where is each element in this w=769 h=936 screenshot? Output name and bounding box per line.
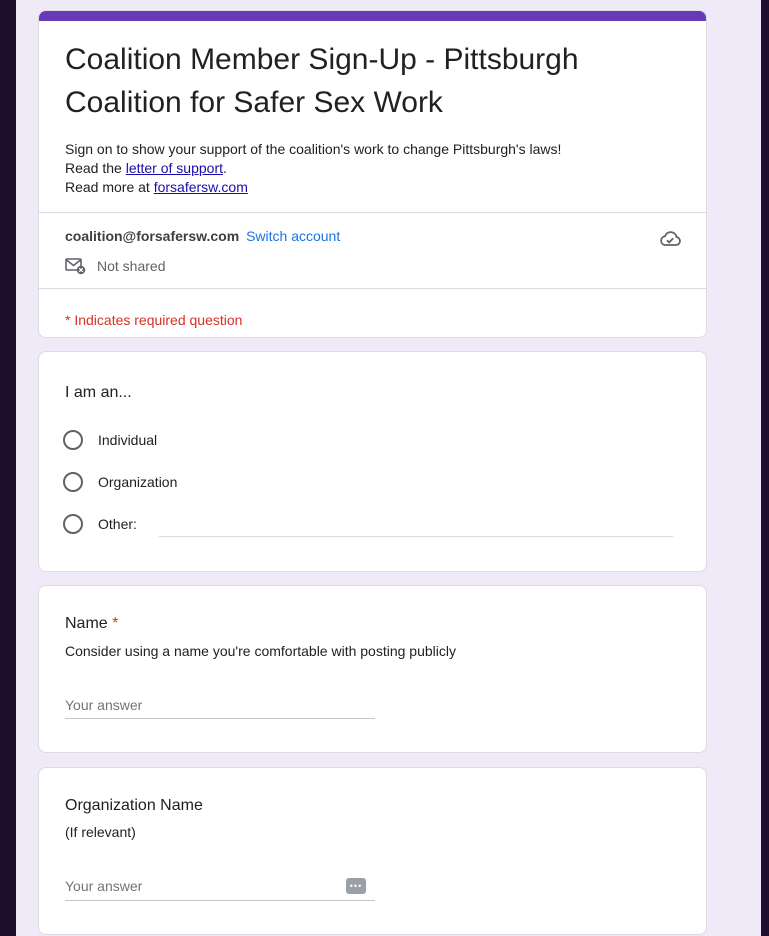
question-card-org-name: Organization Name (If relevant) ••• xyxy=(38,767,707,935)
header-divider-1 xyxy=(39,212,706,213)
name-answer-input[interactable] xyxy=(65,694,373,716)
radio-label-individual: Individual xyxy=(98,432,158,448)
switch-account-link[interactable]: Switch account xyxy=(246,228,340,244)
form-description: Sign on to show your support of the coal… xyxy=(65,140,561,197)
question-hint-name: Consider using a name you're comfortable… xyxy=(65,643,456,659)
radio-label-other: Other: xyxy=(98,516,137,532)
radio-circle-icon[interactable] xyxy=(63,514,83,534)
required-asterisk: * xyxy=(112,615,119,632)
radio-option-other[interactable]: Other: xyxy=(63,514,137,534)
other-input-underline xyxy=(159,536,673,537)
account-row: coalition@forsafersw.com Switch account xyxy=(65,228,340,244)
question-title-type: I am an... xyxy=(65,384,132,401)
question-title-org-name: Organization Name xyxy=(65,797,203,814)
org-name-answer-underline xyxy=(65,900,375,901)
radio-circle-icon[interactable] xyxy=(63,472,83,492)
account-email: coalition@forsafersw.com xyxy=(65,228,240,244)
forsafersw-link[interactable]: forsafersw.com xyxy=(154,179,248,195)
description-line-2: Read the letter of support. xyxy=(65,160,227,176)
form-viewport: Coalition Member Sign-Up - Pittsburgh Co… xyxy=(16,0,761,936)
description-line-3: Read more at forsafersw.com xyxy=(65,179,248,195)
question-title-name: Name * xyxy=(65,615,119,632)
required-question-note: * Indicates required question xyxy=(65,312,243,328)
more-dots-icon: ••• xyxy=(346,878,366,894)
radio-option-organization[interactable]: Organization xyxy=(63,472,177,492)
name-answer-underline xyxy=(65,718,375,719)
header-accent-bar xyxy=(39,11,706,21)
other-text-input[interactable] xyxy=(159,515,677,537)
mail-not-shared-icon xyxy=(65,258,86,275)
cloud-saved-icon xyxy=(660,231,681,246)
radio-label-organization: Organization xyxy=(98,474,178,490)
form-header-card: Coalition Member Sign-Up - Pittsburgh Co… xyxy=(38,10,707,338)
radio-circle-icon[interactable] xyxy=(63,430,83,450)
question-hint-org-name: (If relevant) xyxy=(65,824,136,840)
description-line-1: Sign on to show your support of the coal… xyxy=(65,141,562,157)
question-card-type: I am an... Individual Organization Other… xyxy=(38,351,707,572)
question-card-name: Name * Consider using a name you're comf… xyxy=(38,585,707,753)
form-title: Coalition Member Sign-Up - Pittsburgh Co… xyxy=(65,43,579,119)
not-shared-indicator: Not shared xyxy=(65,257,165,275)
header-divider-2 xyxy=(39,288,706,289)
letter-of-support-link[interactable]: letter of support xyxy=(126,160,223,176)
not-shared-label: Not shared xyxy=(97,258,166,274)
org-name-answer-input[interactable] xyxy=(65,875,373,897)
radio-option-individual[interactable]: Individual xyxy=(63,430,157,450)
